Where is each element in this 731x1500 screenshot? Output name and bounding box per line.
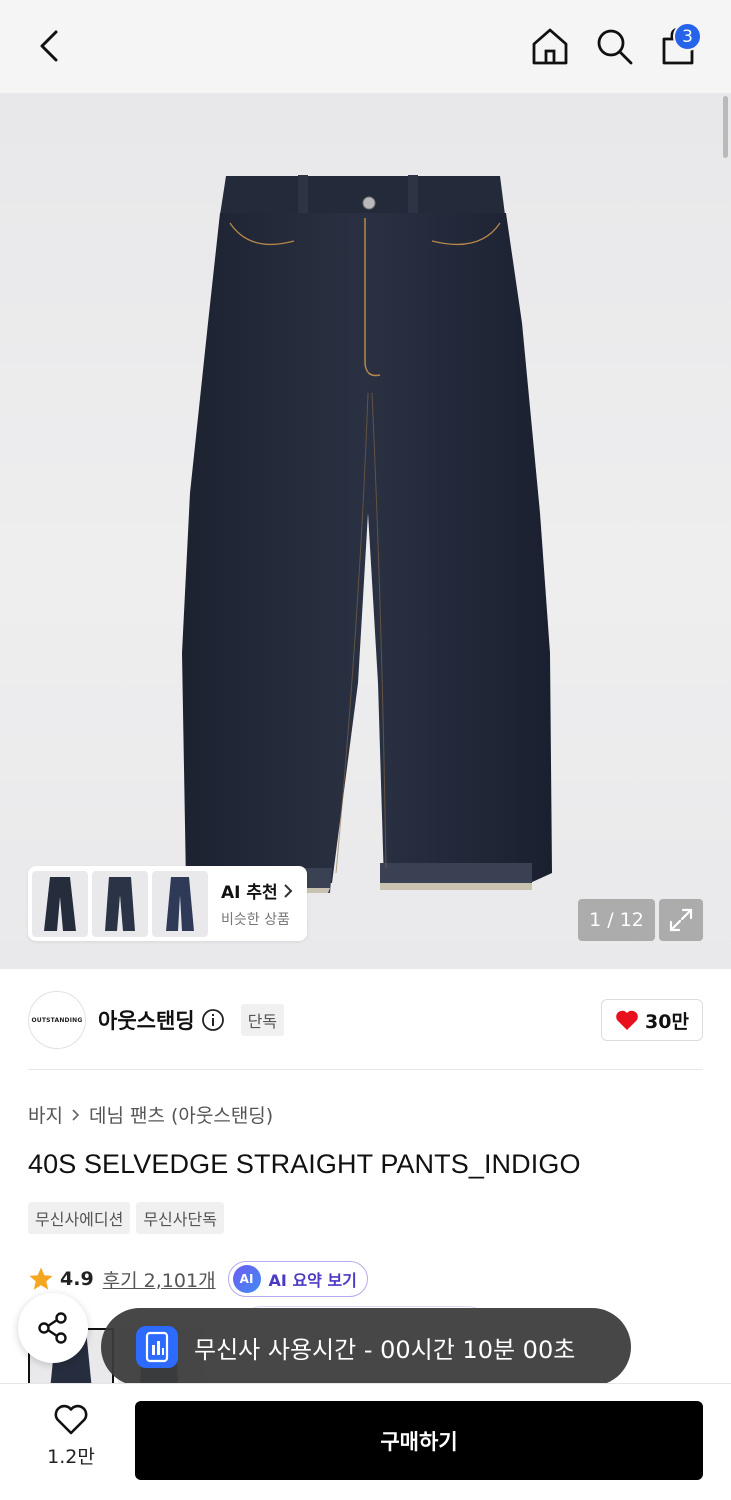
ai-recommend-subtitle: 비슷한 상품 bbox=[221, 912, 290, 928]
jeans-illustration bbox=[182, 175, 552, 893]
phone-usage-icon bbox=[136, 1326, 178, 1368]
buy-button[interactable]: 구매하기 bbox=[135, 1401, 703, 1480]
breadcrumb: 바지 데님 팬츠 (아웃스탠딩) bbox=[28, 1101, 273, 1128]
ai-recommend-text[interactable]: AI 추천 비슷한 상품 bbox=[221, 878, 294, 929]
toast-text: 무신사 사용시간 - 00시간 10분 00초 bbox=[194, 1335, 576, 1364]
review-count-link[interactable]: 후기 2,101개 bbox=[103, 1266, 216, 1293]
ai-logo-icon: AI bbox=[232, 1265, 261, 1293]
brand-like-button[interactable]: 30만 bbox=[601, 999, 703, 1041]
similar-product-thumbnail[interactable] bbox=[32, 870, 88, 937]
brand-name[interactable]: 아웃스탠딩 bbox=[98, 1005, 195, 1035]
breadcrumb-category[interactable]: 바지 bbox=[28, 1101, 63, 1128]
search-icon[interactable] bbox=[592, 24, 636, 68]
cart-count-badge: 3 bbox=[673, 22, 702, 51]
bottom-action-bar: 1.2만 구매하기 bbox=[0, 1383, 731, 1500]
heart-outline-icon bbox=[54, 1404, 88, 1435]
chevron-right-icon bbox=[72, 1108, 80, 1121]
breadcrumb-subcategory[interactable]: 데님 팬츠 (아웃스탠딩) bbox=[89, 1101, 273, 1128]
similar-product-thumbnail[interactable] bbox=[152, 870, 208, 937]
rating-row: 4.9 후기 2,101개 AI AI 요약 보기 bbox=[28, 1261, 368, 1297]
brand-logo[interactable]: OUTSTANDING bbox=[28, 991, 86, 1049]
ai-recommend-card[interactable]: AI 추천 비슷한 상품 bbox=[28, 866, 307, 941]
back-arrow-icon[interactable] bbox=[30, 26, 70, 66]
similar-product-thumbnail[interactable] bbox=[92, 870, 148, 937]
ai-recommend-title: AI 추천 bbox=[221, 883, 278, 903]
brand-row: OUTSTANDING 아웃스탠딩 단독 30만 bbox=[28, 990, 703, 1050]
rating-score: 4.9 bbox=[60, 1268, 94, 1290]
heart-filled-icon bbox=[616, 1010, 638, 1030]
image-counter: 1 / 12 bbox=[578, 899, 655, 941]
usage-time-toast: 무신사 사용시간 - 00시간 10분 00초 bbox=[101, 1308, 631, 1386]
ai-summary-label: AI 요약 보기 bbox=[268, 1271, 357, 1290]
brand-like-count: 30만 bbox=[645, 1010, 689, 1033]
product-image[interactable] bbox=[0, 93, 731, 969]
wishlist-count: 1.2만 bbox=[47, 1446, 95, 1468]
scrollbar-thumb[interactable] bbox=[723, 96, 728, 158]
home-icon[interactable] bbox=[528, 24, 572, 68]
exclusive-badge: 단독 bbox=[240, 1004, 285, 1036]
product-tag: 무신사단독 bbox=[136, 1202, 224, 1234]
wishlist-button[interactable]: 1.2만 bbox=[36, 1404, 106, 1469]
ai-summary-button[interactable]: AI AI 요약 보기 bbox=[227, 1261, 368, 1297]
star-icon bbox=[29, 1267, 53, 1290]
chevron-right-icon bbox=[283, 883, 293, 898]
product-tag: 무신사에디션 bbox=[28, 1202, 131, 1234]
top-navigation-bar: 3 bbox=[0, 0, 731, 93]
info-icon[interactable] bbox=[201, 1008, 225, 1032]
share-button[interactable] bbox=[18, 1293, 88, 1363]
product-tags: 무신사에디션 무신사단독 bbox=[28, 1202, 224, 1234]
share-icon bbox=[38, 1312, 67, 1344]
section-divider bbox=[28, 1069, 703, 1070]
expand-icon[interactable] bbox=[659, 899, 703, 941]
product-title: 40S SELVEDGE STRAIGHT PANTS_INDIGO bbox=[28, 1149, 581, 1179]
